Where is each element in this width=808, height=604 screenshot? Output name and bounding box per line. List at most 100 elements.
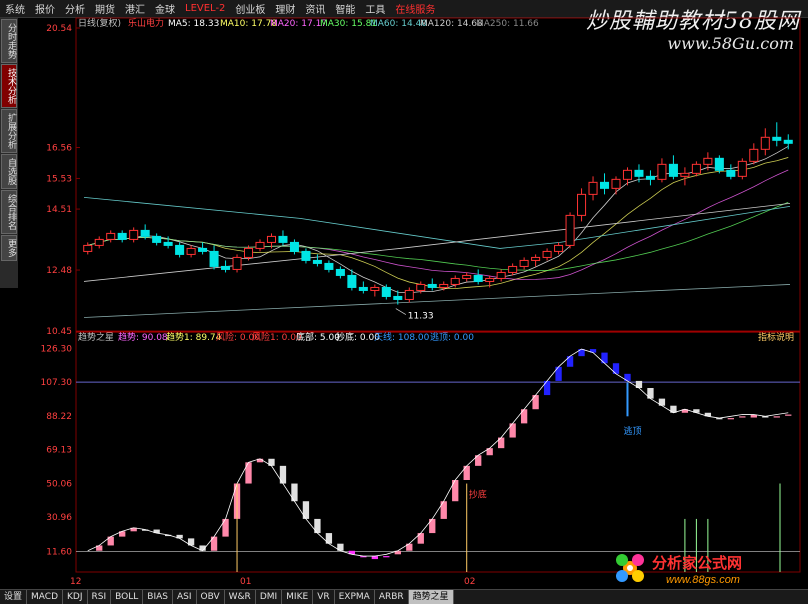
candle-body xyxy=(198,247,208,252)
menu-item-9[interactable]: 资讯 xyxy=(300,1,330,16)
candle-body xyxy=(622,169,633,180)
indicator-tab-12[interactable]: EXPMA xyxy=(335,590,375,604)
menu-item-3[interactable]: 期货 xyxy=(90,1,120,16)
candle-body xyxy=(94,238,104,246)
top-signal-label: 逃顶 xyxy=(623,425,641,437)
main-frame xyxy=(75,17,801,332)
candle-body xyxy=(266,235,277,243)
indicator-tab-6[interactable]: ASI xyxy=(173,590,197,604)
x-axis-label: 02 xyxy=(464,577,475,587)
menu-item-6[interactable]: LEVEL-2 xyxy=(180,3,230,14)
x-axis-label: 01 xyxy=(240,577,251,587)
candle-body xyxy=(393,295,403,300)
main-y-tick: 20.54 xyxy=(46,24,72,34)
indicator-tab-1[interactable]: MACD xyxy=(27,590,63,604)
main-header-ma20: MA20: 17.17 xyxy=(270,19,327,29)
candle-body xyxy=(152,235,162,243)
indicator-tab-2[interactable]: KDJ xyxy=(63,590,88,604)
candle-body xyxy=(163,241,173,246)
indicator-tab-14[interactable]: 趋势之星 xyxy=(408,590,454,604)
menu-item-7[interactable]: 创业板 xyxy=(230,1,270,16)
candle-body xyxy=(232,256,242,270)
menu-item-10[interactable]: 智能 xyxy=(330,1,360,16)
indicator-header-t5: 底部: 5.00 xyxy=(296,331,340,343)
candle-body xyxy=(737,160,747,177)
indicator-header-t4: 风险1: 0.00 xyxy=(252,331,302,343)
indicator-tab-4[interactable]: BOLL xyxy=(111,590,144,604)
indicator-tab-3[interactable]: RSI xyxy=(88,590,112,604)
main-header-ma60: MA60: 14.40 xyxy=(370,19,427,29)
indicator-y-tick: 126.30 xyxy=(41,345,73,355)
indicator-tab-7[interactable]: OBV xyxy=(197,590,225,604)
main-y-tick: 15.53 xyxy=(46,174,72,184)
candle-body xyxy=(577,193,587,216)
indicator-header-t8: 逃顶: 0.00 xyxy=(430,331,474,343)
candle-body xyxy=(416,283,426,291)
indicator-header-name: 趋势之星 xyxy=(78,331,114,343)
candle-body xyxy=(186,247,196,255)
main-header-ma120: MA120: 14.68 xyxy=(420,19,483,29)
low-price-label: 11.33 xyxy=(408,312,434,322)
candle-body xyxy=(508,265,518,273)
indicator-y-tick: 69.13 xyxy=(46,446,72,456)
indicator-header-t1: 趋势: 90.08 xyxy=(118,331,168,343)
candle-body xyxy=(496,271,506,279)
indicator-y-tick: 88.22 xyxy=(46,412,72,422)
candle-body xyxy=(668,163,678,177)
indicator-tab-13[interactable]: ARBR xyxy=(375,590,409,604)
menu-item-4[interactable]: 港汇 xyxy=(120,1,150,16)
indicator-tab-9[interactable]: DMI xyxy=(256,590,283,604)
candle-body xyxy=(301,250,311,261)
candle-body xyxy=(358,286,368,291)
indicator-tab-11[interactable]: VR xyxy=(313,590,335,604)
candle-body xyxy=(140,229,150,237)
indicator-tab-10[interactable]: MIKE xyxy=(282,590,314,604)
candle-body xyxy=(485,277,495,282)
candle-body xyxy=(783,139,793,144)
indicator-y-tick: 50.06 xyxy=(46,479,72,489)
candle-body xyxy=(117,232,127,240)
chart-area[interactable]: 20.54 16.56 15.53 14.51 12.48 10.45 11.33 日线(复权… xyxy=(0,17,808,589)
site-logo: 分析家公式网 www.88gs.com xyxy=(616,554,742,586)
ma60-line xyxy=(83,196,791,249)
candle-body xyxy=(404,289,414,300)
candle-body xyxy=(175,244,185,255)
candle-body xyxy=(243,247,254,258)
menu-item-12[interactable]: 在线服务 xyxy=(390,1,440,16)
indicator-tab-8[interactable]: W&R xyxy=(225,590,256,604)
indicator-tab-5[interactable]: BIAS xyxy=(143,590,173,604)
indicator-header-t7: 天线: 108.00 xyxy=(374,331,430,343)
menu-item-5[interactable]: 金球 xyxy=(150,1,180,16)
indicator-y-tick: 107.30 xyxy=(41,378,73,388)
candle-body xyxy=(106,232,116,240)
candle-body xyxy=(565,214,575,246)
indicator-y-tick: 30.96 xyxy=(46,513,72,523)
indicator-header-t2: 趋势1: 89.74 xyxy=(166,331,222,343)
indicator-tab-0[interactable]: 设置 xyxy=(0,590,28,604)
ma250-line xyxy=(83,284,791,318)
candle-body xyxy=(209,250,219,267)
menu-item-2[interactable]: 分析 xyxy=(60,1,90,16)
candle-body xyxy=(588,181,598,195)
candle-body xyxy=(129,229,139,240)
ma20-line xyxy=(87,169,789,280)
candle-body xyxy=(278,235,288,243)
menu-item-0[interactable]: 系统 xyxy=(0,1,30,16)
candle-body xyxy=(599,181,610,189)
menu-item-8[interactable]: 理财 xyxy=(270,1,300,16)
menu-item-11[interactable]: 工具 xyxy=(360,1,390,16)
candle-body xyxy=(611,178,621,189)
indicator-frame xyxy=(75,331,801,573)
candle-body xyxy=(645,175,655,180)
candle-body xyxy=(691,163,701,174)
main-header-ma10: MA10: 17.78 xyxy=(220,19,277,29)
logo-url: www.88gs.com xyxy=(666,574,740,586)
candle-body xyxy=(726,169,736,177)
indicator-y-tick: 11.60 xyxy=(46,547,72,557)
main-header-name: 乐山电力 xyxy=(128,17,164,29)
indicator-help-button[interactable]: 指标说明 xyxy=(758,331,794,343)
candle-body xyxy=(657,163,667,180)
candle-body xyxy=(347,274,357,288)
menu-item-1[interactable]: 报价 xyxy=(30,1,60,16)
candle-body xyxy=(680,172,690,177)
